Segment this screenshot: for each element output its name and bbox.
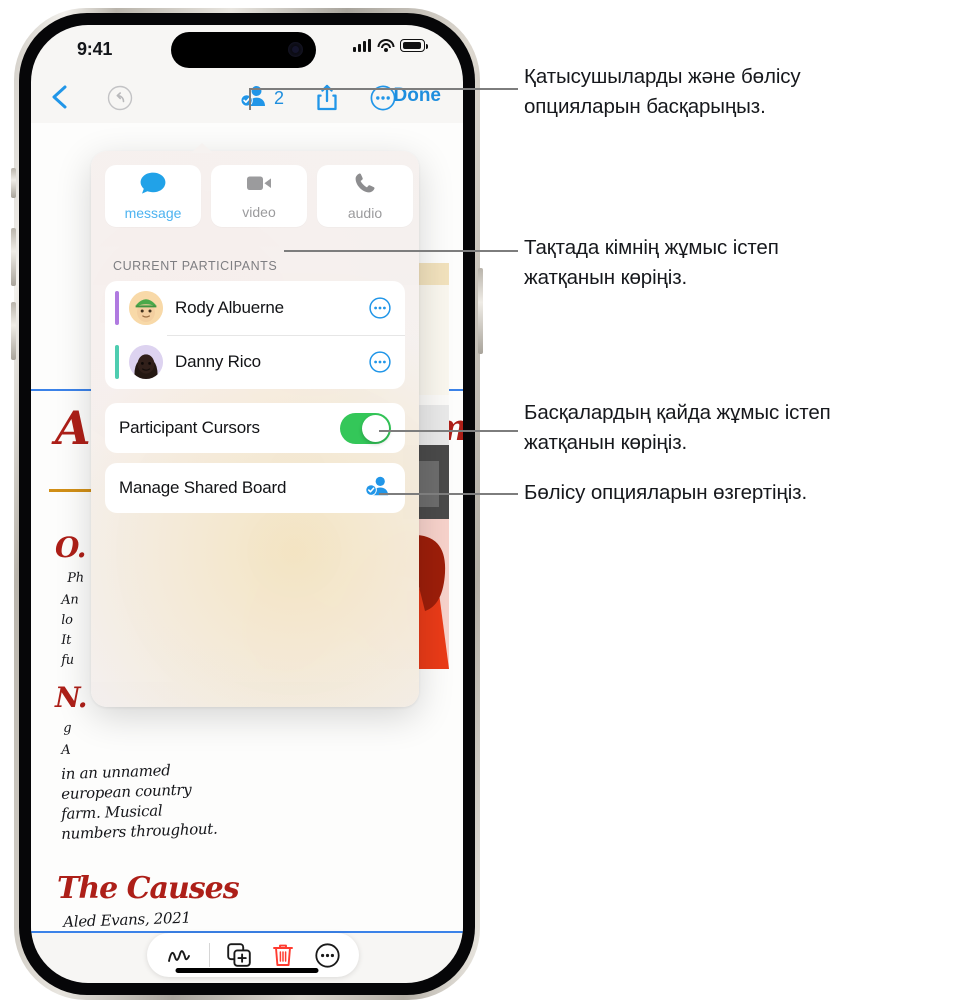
participant-row-rody[interactable]: Rody Albuerne <box>105 281 405 335</box>
message-bubble-icon <box>139 171 167 200</box>
back-chevron-icon[interactable] <box>49 83 71 111</box>
signal-bars-icon <box>353 39 371 52</box>
toggle-knob <box>362 414 389 442</box>
leader-line-who-working <box>284 250 518 252</box>
board-heading-n: N. <box>55 681 88 714</box>
callout-change-share: Бөлісу опцияларын өзгертіңіз. <box>524 481 808 504</box>
more-circle-icon[interactable] <box>369 297 391 319</box>
status-bar: 9:41 <box>31 25 463 73</box>
power-button[interactable] <box>478 268 483 354</box>
communication-segments: message video audio <box>105 165 413 227</box>
board-note-3: It <box>61 632 72 648</box>
dynamic-island <box>171 32 316 68</box>
share-options-popover: message video audio CURRENT PARTICIPANTS… <box>91 151 419 707</box>
video-segment-button[interactable]: video <box>211 165 307 227</box>
board-note-6: A <box>61 742 71 758</box>
manage-shared-board-row[interactable]: Manage Shared Board <box>105 463 405 513</box>
board-note-8: european country <box>60 780 192 803</box>
callout-participants: Қатысушыларды және бөлісу опцияларын бас… <box>524 65 801 118</box>
cursor-color-swatch <box>115 345 119 379</box>
undo-icon[interactable] <box>107 85 133 111</box>
board-note-10: numbers throughout. <box>60 819 218 843</box>
phone-screen: 9:41 2 Done A O. Ph An lo It fu N. g A i… <box>31 25 463 983</box>
trash-icon[interactable] <box>269 941 297 969</box>
board-heading-o: O. <box>55 531 86 564</box>
participant-name: Danny Rico <box>175 352 261 371</box>
message-segment-button[interactable]: message <box>105 165 201 227</box>
callout-who-working: Тақтада кімнің жұмыс істеп жатқанын көрі… <box>524 236 779 289</box>
status-time: 9:41 <box>77 39 113 59</box>
more-circle-icon[interactable] <box>369 351 391 373</box>
board-note-5: g <box>63 720 72 736</box>
duplicate-add-icon[interactable] <box>225 941 253 969</box>
avatar <box>129 345 163 379</box>
video-segment-label: video <box>242 204 276 220</box>
audio-segment-button[interactable]: audio <box>317 165 413 227</box>
board-note-1: An <box>61 592 79 608</box>
participant-cursors-label: Participant Cursors <box>119 418 260 437</box>
board-note-7: in an unnamed <box>60 761 171 783</box>
leader-line-where-working <box>379 430 518 432</box>
current-participants-header: CURRENT PARTICIPANTS <box>113 259 278 273</box>
status-indicators <box>353 39 428 52</box>
message-segment-label: message <box>124 205 182 221</box>
leader-line-change-share <box>379 493 518 495</box>
leader-line-participants-v <box>249 88 251 110</box>
audio-segment-label: audio <box>347 205 383 221</box>
board-heading-causes: The Causes <box>57 871 240 906</box>
silent-switch[interactable] <box>11 168 16 198</box>
cursor-color-swatch <box>115 291 119 325</box>
screenshot-root: 9:41 2 Done A O. Ph An lo It fu N. g A i… <box>0 0 966 1008</box>
toolbar-divider <box>208 943 210 967</box>
participant-cursors-toggle[interactable] <box>340 412 391 444</box>
wifi-icon <box>377 39 394 52</box>
more-circle-icon[interactable] <box>313 941 341 969</box>
board-note-9: farm. Musical <box>60 801 163 823</box>
participant-name: Rody Albuerne <box>175 298 284 317</box>
board-credit: Aled Evans, 2021 <box>62 908 191 931</box>
participant-row-danny[interactable]: Danny Rico <box>105 335 405 389</box>
popover-arrow <box>191 143 213 153</box>
board-title-left: A <box>55 401 91 455</box>
participants-list: Rody Albuerne Danny Rico <box>105 281 405 389</box>
manage-shared-board-label: Manage Shared Board <box>119 478 287 497</box>
battery-icon <box>400 39 428 52</box>
board-note-4: fu <box>61 652 75 668</box>
volume-up-button[interactable] <box>11 228 16 286</box>
scribble-ink-icon[interactable] <box>165 941 193 969</box>
callout-where-working: Басқалардың қайда жұмыс істеп жатқанын к… <box>524 401 831 454</box>
participants-count: 2 <box>274 88 285 108</box>
nav-bar: 2 Done <box>31 73 463 123</box>
leader-line-participants <box>249 88 518 90</box>
board-note-2: lo <box>61 612 73 628</box>
board-note-0: Ph <box>67 570 85 586</box>
video-camera-icon <box>245 172 273 199</box>
front-camera-icon <box>288 42 303 57</box>
phone-handset-icon <box>353 171 377 200</box>
home-indicator <box>175 968 319 973</box>
shared-board-person-icon <box>363 474 391 503</box>
avatar <box>129 291 163 325</box>
participant-cursors-row: Participant Cursors <box>105 403 405 453</box>
volume-down-button[interactable] <box>11 302 16 360</box>
